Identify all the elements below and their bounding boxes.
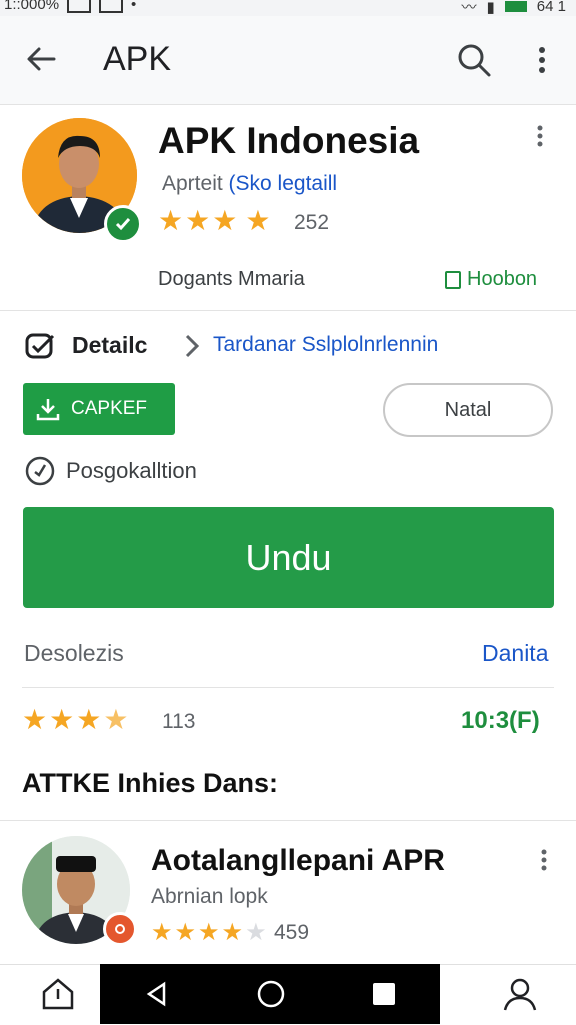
star-empty-icon: ★: [245, 919, 267, 946]
app-menu-icon[interactable]: [532, 124, 548, 148]
processing-label: Posgokalltion: [66, 458, 197, 483]
app-meta-right[interactable]: Hoobon: [445, 268, 537, 291]
star-icon: ★: [245, 205, 271, 236]
notification-icon-2: [99, 0, 124, 13]
clock-icon: [25, 456, 55, 486]
app-meta-left: Dogants Mmaria: [158, 268, 305, 290]
related-developer: Abrnian lopk: [151, 885, 268, 908]
nav-recents-icon[interactable]: [372, 982, 396, 1006]
verified-badge-icon: [104, 205, 142, 243]
wifi-icon: 〰: [461, 0, 477, 16]
signal-icon: ▮: [486, 0, 495, 16]
related-app-name[interactable]: Aotalangllepani APR: [151, 844, 445, 878]
developer-line: Aprteit (Sko legtaill: [162, 172, 337, 196]
install-button[interactable]: CAPKEF: [23, 383, 175, 435]
star-icon: ★: [158, 205, 184, 236]
star-icon: ★: [185, 205, 211, 236]
developer-tag[interactable]: (Sko legtaill: [229, 172, 338, 195]
star-icon: ★: [198, 919, 220, 946]
ratings-count: 113: [162, 710, 196, 733]
star-icon: ★: [174, 919, 197, 946]
outline-button[interactable]: Natal: [383, 383, 553, 437]
star-icon: ★: [49, 704, 75, 735]
divider: [0, 820, 576, 821]
system-nav-bar: [100, 964, 440, 1024]
install-label: CAPKEF: [71, 398, 148, 419]
checklist-icon: [25, 333, 55, 359]
star-half-icon: ★: [103, 704, 129, 735]
status-right-text: 64 1: [536, 0, 566, 15]
developer-name[interactable]: Aprteit: [162, 172, 223, 195]
box-icon: [445, 270, 461, 289]
description-link[interactable]: Danita: [482, 640, 548, 667]
related-menu-icon[interactable]: [536, 848, 552, 872]
more-options-icon[interactable]: [532, 42, 552, 78]
profile-icon[interactable]: [500, 974, 540, 1014]
related-rating-count: 459: [274, 921, 310, 944]
app-rating-stars: ★ ★ ★ ★: [158, 207, 270, 235]
related-rating-stars: ★ ★ ★ ★ ★: [151, 919, 267, 947]
divider: [22, 687, 554, 688]
star-icon: ★: [76, 704, 102, 735]
app-rating-count: 252: [294, 211, 330, 234]
app-bar: APK: [0, 16, 576, 105]
star-icon: ★: [151, 919, 173, 946]
divider: [0, 310, 576, 311]
section-title: ATTKE Inhies Dans:: [22, 768, 279, 798]
app-name: APK Indonesia: [158, 120, 420, 161]
back-arrow-icon[interactable]: [24, 42, 58, 76]
search-icon[interactable]: [456, 42, 492, 78]
status-time: 1::000%: [4, 0, 60, 13]
battery-icon: [504, 1, 527, 12]
ratings-stars: ★ ★ ★ ★: [22, 706, 128, 734]
details-link[interactable]: Tardanar Sslplolnrlennin: [213, 333, 438, 357]
meta-right-label: Hoobon: [467, 268, 538, 290]
star-icon: ★: [22, 704, 48, 735]
home-icon[interactable]: [38, 974, 78, 1014]
featured-badge-icon: [103, 912, 137, 946]
status-bar: 1::000% • 〰 ▮ 64 1: [0, 0, 576, 16]
star-icon: ★: [212, 205, 238, 236]
description-label: Desolezis: [24, 640, 124, 666]
download-icon: [36, 399, 60, 421]
chevron-right-icon: [185, 334, 200, 358]
star-icon: ★: [221, 919, 244, 946]
nav-back-icon[interactable]: [144, 981, 170, 1007]
page-title: APK: [103, 40, 172, 78]
dot-icon: •: [131, 0, 137, 13]
nav-home-icon[interactable]: [257, 980, 285, 1008]
details-label[interactable]: Detailc: [72, 332, 147, 359]
download-button[interactable]: Undu: [23, 507, 554, 608]
notification-icon: [67, 0, 92, 13]
ratings-ratio: 10:3(F): [461, 707, 540, 734]
